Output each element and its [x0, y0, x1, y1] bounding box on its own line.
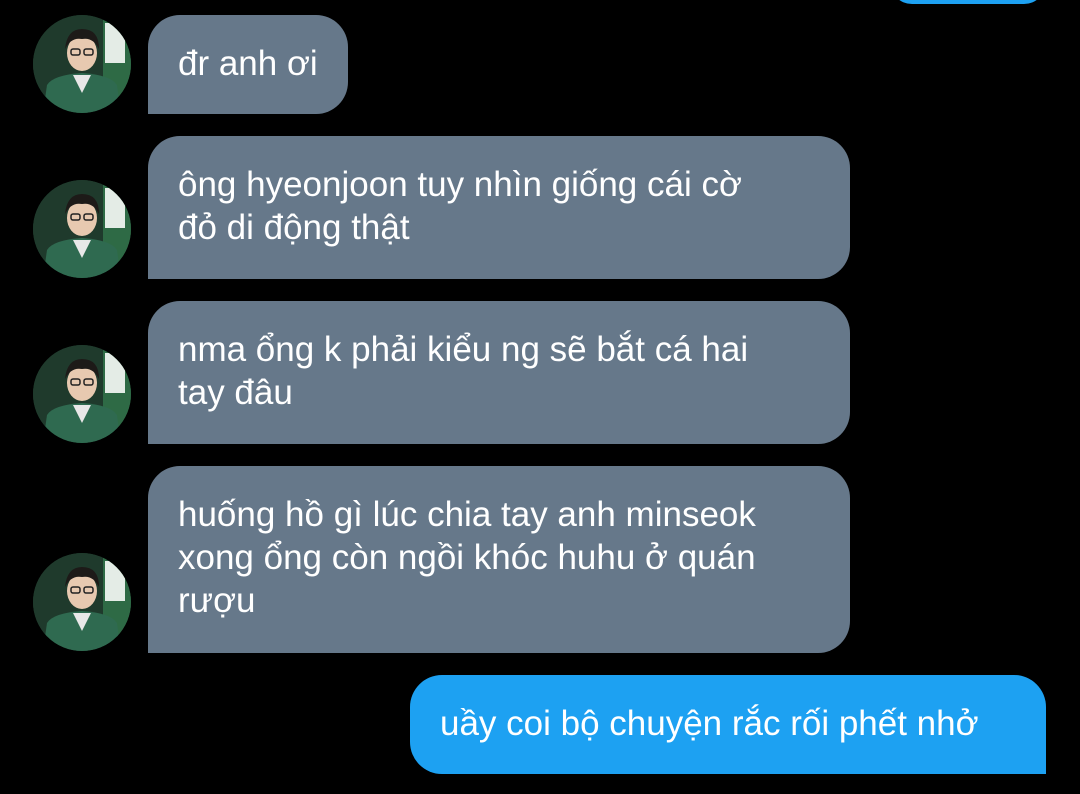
sender-avatar[interactable] — [33, 345, 131, 443]
sender-avatar[interactable] — [33, 553, 131, 651]
sent-message-bubble[interactable]: uầy coi bộ chuyện rắc rối phết nhở — [410, 675, 1046, 774]
avatar-photo-icon — [33, 15, 131, 113]
received-message-bubble[interactable]: ông hyeonjoon tuy nhìn giống cái cờ đỏ d… — [148, 136, 850, 279]
received-message-bubble[interactable]: nma ổng k phải kiểu ng sẽ bắt cá hai tay… — [148, 301, 850, 444]
sender-avatar[interactable] — [33, 180, 131, 278]
avatar-photo-icon — [33, 553, 131, 651]
received-message-bubble[interactable]: đr anh ơi — [148, 15, 348, 114]
received-message-bubble[interactable]: huống hồ gì lúc chia tay anh minseok xon… — [148, 466, 850, 653]
sender-avatar[interactable] — [33, 15, 131, 113]
avatar-photo-icon — [33, 345, 131, 443]
avatar-photo-icon — [33, 180, 131, 278]
previous-sent-bubble-fragment — [890, 0, 1046, 4]
